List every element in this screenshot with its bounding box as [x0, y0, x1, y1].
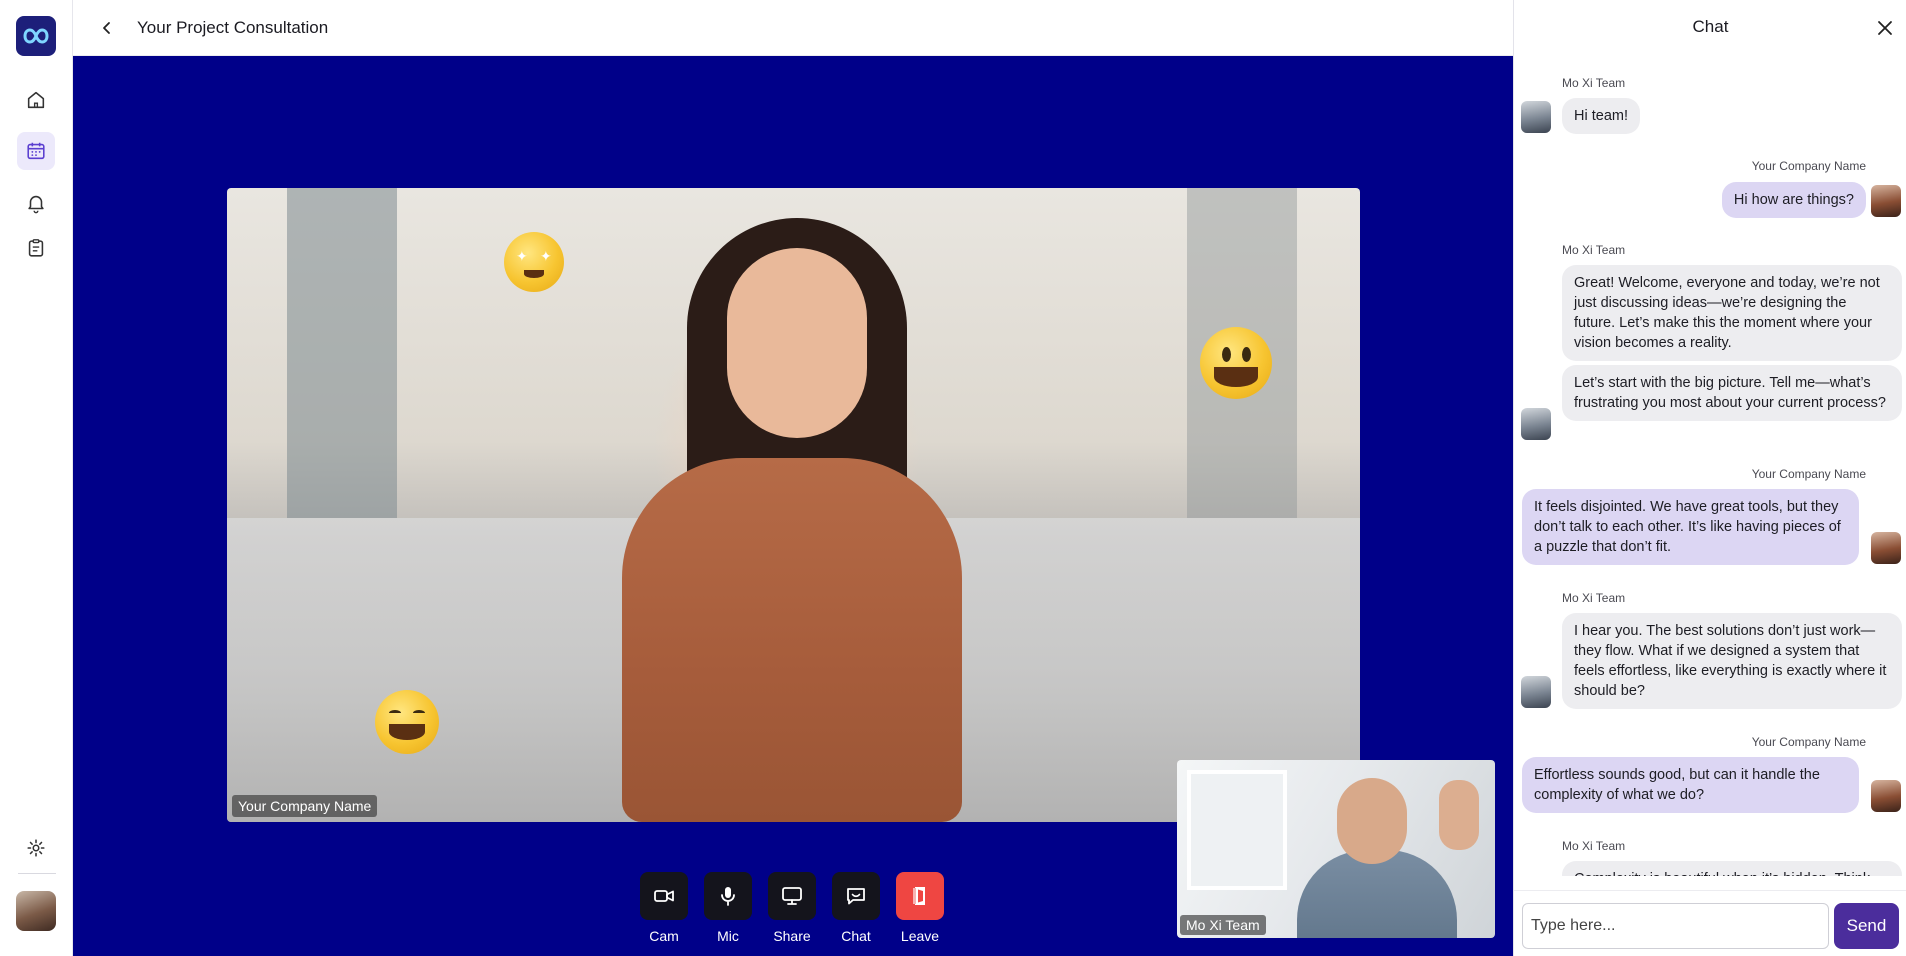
pip-background-window: [1187, 770, 1287, 890]
message-bubble: Great! Welcome, everyone and today, we’r…: [1562, 265, 1902, 361]
sender-avatar: [1521, 101, 1551, 133]
pip-participant-hand: [1439, 780, 1479, 850]
chat-label: Chat: [841, 928, 871, 944]
back-button[interactable]: [95, 16, 119, 40]
main-video-name-label: Your Company Name: [232, 795, 378, 817]
message-sender: Mo Xi Team: [1562, 839, 1626, 853]
chat-button[interactable]: [832, 872, 880, 920]
infinity-logo-icon: [23, 28, 49, 44]
message-bubble: Hi team!: [1562, 98, 1640, 134]
sender-avatar: [1871, 532, 1901, 564]
message-bubble: Effortless sounds good, but can it handl…: [1522, 757, 1859, 813]
camera-icon: [654, 890, 674, 902]
sender-avatar: [1521, 676, 1551, 708]
message-bubble: Complexity is beautiful when it’s hidden…: [1562, 861, 1902, 876]
top-bar: Your Project Consultation: [73, 0, 1513, 56]
cam-control[interactable]: Cam: [640, 872, 688, 944]
share-label: Share: [773, 928, 811, 944]
cam-button[interactable]: [640, 872, 688, 920]
message-sender: Your Company Name: [1751, 467, 1866, 481]
message-bubble: Hi how are things?: [1721, 182, 1866, 218]
message-sender: Mo Xi Team: [1562, 591, 1626, 605]
calendar-icon: [27, 142, 45, 160]
chat-message-input[interactable]: [1522, 903, 1829, 949]
chat-title: Chat: [1692, 17, 1729, 36]
sender-avatar: [1521, 408, 1551, 440]
self-view-tile[interactable]: Mo Xi Team: [1177, 760, 1495, 938]
leave-door-icon: [913, 887, 925, 905]
close-chat-button[interactable]: [1873, 16, 1897, 40]
share-button[interactable]: [768, 872, 816, 920]
mic-control[interactable]: Mic: [704, 872, 752, 944]
sender-avatar: [1871, 780, 1901, 812]
star-eyes-emoji-icon: ✦ ✦: [504, 232, 564, 292]
pip-participant-face: [1337, 778, 1407, 864]
chat-panel: Chat Mo Xi Team Hi team! Your Company Na…: [1513, 0, 1906, 956]
bell-icon: [28, 195, 44, 214]
message-sender: Mo Xi Team: [1562, 243, 1626, 257]
message-sender: Your Company Name: [1751, 735, 1866, 749]
nav-calendar[interactable]: [17, 132, 55, 170]
message-bubble: Let’s start with the big picture. Tell m…: [1562, 365, 1902, 421]
chat-message-list[interactable]: Mo Xi Team Hi team! Your Company Name Hi…: [1514, 56, 1906, 876]
main-video-tile[interactable]: ✦ ✦ Your Company Name: [227, 188, 1360, 822]
close-icon: [1878, 21, 1892, 35]
chevron-left-icon: [103, 22, 110, 34]
message-sender: Your Company Name: [1751, 159, 1866, 173]
participant-body: [622, 458, 962, 822]
message-sender: Mo Xi Team: [1562, 76, 1626, 90]
settings-button[interactable]: [17, 829, 55, 867]
message-bubble: It feels disjointed. We have great tools…: [1522, 489, 1859, 565]
video-stage: ✦ ✦ Your Company Name Mo Xi Team Cam Mic…: [73, 56, 1513, 956]
chat-header: Chat: [1514, 0, 1906, 56]
leave-label: Leave: [900, 928, 940, 944]
leave-control[interactable]: Leave: [896, 872, 944, 944]
sender-avatar: [1871, 185, 1901, 217]
share-control[interactable]: Share: [768, 872, 816, 944]
gear-icon: [27, 839, 45, 857]
chat-bubble-icon: [847, 888, 865, 905]
nav-tasks[interactable]: [17, 229, 55, 267]
mic-label: Mic: [717, 928, 739, 944]
cam-label: Cam: [649, 928, 679, 944]
chat-composer: Send: [1514, 890, 1906, 956]
left-rail: [0, 0, 73, 956]
mic-button[interactable]: [704, 872, 752, 920]
rail-divider: [18, 873, 56, 874]
user-avatar[interactable]: [16, 891, 56, 931]
microphone-icon: [721, 887, 735, 906]
app-logo[interactable]: [16, 16, 56, 56]
page-title: Your Project Consultation: [137, 18, 329, 37]
call-controls: Cam Mic Share Chat Leave: [640, 872, 944, 944]
clipboard-icon: [28, 239, 44, 257]
screen-share-icon: [782, 887, 802, 905]
smiling-emoji-icon: [375, 690, 439, 754]
nav-notifications[interactable]: [17, 184, 55, 222]
nav-home[interactable]: [17, 81, 55, 119]
send-button[interactable]: Send: [1834, 903, 1899, 949]
pip-name-label: Mo Xi Team: [1180, 915, 1266, 935]
grinning-emoji-icon: [1200, 327, 1272, 399]
chat-control[interactable]: Chat: [832, 872, 880, 944]
background-window: [287, 188, 397, 518]
home-icon: [27, 91, 45, 109]
message-bubble: I hear you. The best solutions don’t jus…: [1562, 613, 1902, 709]
leave-button[interactable]: [896, 872, 944, 920]
participant-face: [727, 248, 867, 438]
